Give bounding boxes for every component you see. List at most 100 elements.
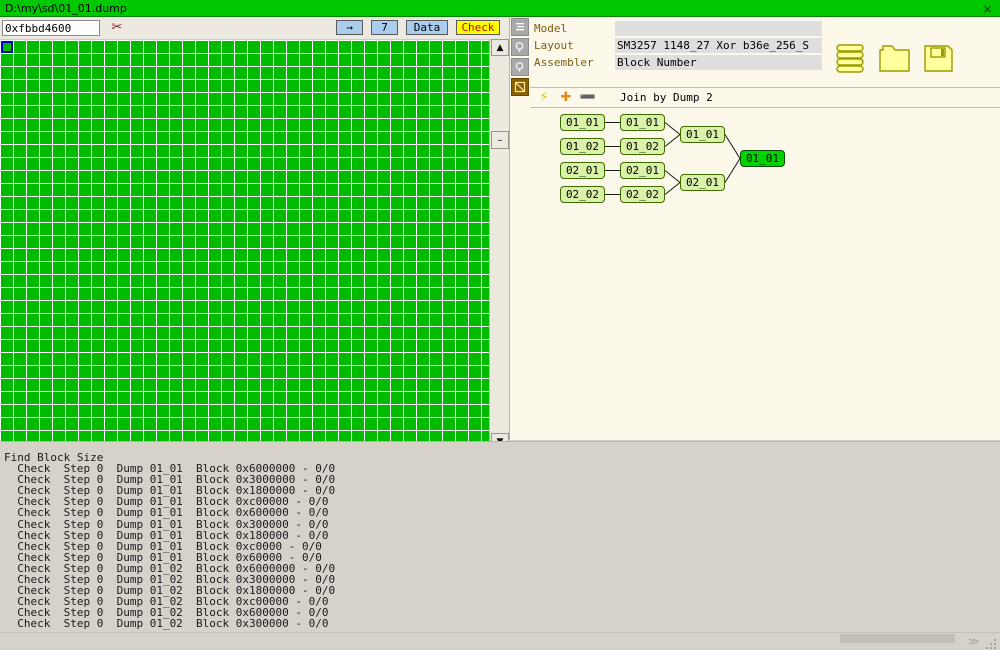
hex-block-cell[interactable] [339,54,351,66]
hex-block-cell[interactable] [391,80,403,92]
hex-block-cell[interactable] [27,236,39,248]
hex-block-cell[interactable] [209,158,221,170]
hex-block-cell[interactable] [339,132,351,144]
hex-block-cell[interactable] [352,132,364,144]
hex-block-cell[interactable] [209,301,221,313]
hex-block-cell[interactable] [300,327,312,339]
hex-block-cell[interactable] [27,119,39,131]
hex-block-cell[interactable] [27,301,39,313]
hex-block-cell[interactable] [1,223,13,235]
hex-block-cell[interactable] [40,197,52,209]
hex-block-cell[interactable] [14,353,26,365]
hex-block-cell[interactable] [456,145,468,157]
hex-block-cell[interactable] [131,275,143,287]
hex-block-cell[interactable] [157,132,169,144]
hex-block-cell[interactable] [209,184,221,196]
hex-block-cell[interactable] [118,67,130,79]
hex-block-cell[interactable] [261,301,273,313]
hex-block-cell[interactable] [378,353,390,365]
hex-block-cell[interactable] [443,119,455,131]
hex-block-cell[interactable] [469,93,481,105]
hex-block-cell[interactable] [443,158,455,170]
tree-node[interactable]: 01_02 [560,138,605,155]
hex-block-cell[interactable] [313,405,325,417]
hex-block-cell[interactable] [235,106,247,118]
hex-block-cell[interactable] [261,80,273,92]
hex-block-cell[interactable] [417,405,429,417]
hex-block-cell[interactable] [170,171,182,183]
hex-block-cell[interactable] [365,418,377,430]
hex-block-cell[interactable] [222,41,234,53]
hex-block-cell[interactable] [14,54,26,66]
hex-block-cell[interactable] [118,106,130,118]
hex-block-cell[interactable] [365,327,377,339]
hex-block-cell[interactable] [404,379,416,391]
hex-block-cell[interactable] [170,379,182,391]
hex-block-cell[interactable] [469,236,481,248]
hex-block-cell[interactable] [209,353,221,365]
hex-block-cell[interactable] [92,405,104,417]
hex-block-cell[interactable] [365,119,377,131]
hex-block-cell[interactable] [105,236,117,248]
hex-block-cell[interactable] [105,392,117,404]
hex-block-cell[interactable] [196,379,208,391]
hex-block-cell[interactable] [235,314,247,326]
hex-block-cell[interactable] [131,93,143,105]
hex-block-cell[interactable] [157,223,169,235]
hex-block-cell[interactable] [404,41,416,53]
hex-block-cell[interactable] [14,392,26,404]
hex-block-cell[interactable] [456,353,468,365]
hex-block-cell[interactable] [40,288,52,300]
hex-block-cell[interactable] [131,249,143,261]
hex-block-cell[interactable] [313,314,325,326]
tree-node[interactable]: 01_01 [620,114,665,131]
hex-block-cell[interactable] [66,132,78,144]
hex-block-cell[interactable] [417,314,429,326]
hex-block-cell[interactable] [144,93,156,105]
hex-block-cell[interactable] [118,197,130,209]
hex-block-cell[interactable] [417,158,429,170]
hex-block-cell[interactable] [53,67,65,79]
tree-node[interactable]: 02_02 [620,186,665,203]
hex-block-cell[interactable] [14,236,26,248]
hex-block-cell[interactable] [469,353,481,365]
hex-block-cell[interactable] [235,379,247,391]
hex-block-cell[interactable] [339,67,351,79]
hex-block-cell[interactable] [157,210,169,222]
hex-block-cell[interactable] [118,366,130,378]
hex-block-cell[interactable] [209,379,221,391]
hex-block-cell[interactable] [469,210,481,222]
hex-block-cell[interactable] [365,366,377,378]
hex-block-cell[interactable] [105,145,117,157]
hex-block-cell[interactable] [443,67,455,79]
hex-block-cell[interactable] [183,353,195,365]
hex-block-cell[interactable] [27,288,39,300]
hex-block-cell[interactable] [79,275,91,287]
hex-block-cell[interactable] [222,93,234,105]
hex-block-cell[interactable] [209,327,221,339]
hex-block-cell[interactable] [118,223,130,235]
hex-block-cell[interactable] [326,340,338,352]
hex-block-cell[interactable] [417,210,429,222]
hex-block-cell[interactable] [144,236,156,248]
hex-block-cell[interactable] [404,405,416,417]
hex-block-cell[interactable] [274,67,286,79]
hex-block-cell[interactable] [79,405,91,417]
hex-block-cell[interactable] [378,67,390,79]
hex-block-cell[interactable] [222,223,234,235]
hex-block-cell[interactable] [1,340,13,352]
hex-block-cell[interactable] [14,145,26,157]
hex-block-cell[interactable] [40,418,52,430]
hex-block-cell[interactable] [196,223,208,235]
hex-block-cell[interactable] [417,197,429,209]
go-button[interactable]: → [336,20,363,35]
hex-block-cell[interactable] [196,314,208,326]
hex-block-cell[interactable] [27,353,39,365]
hex-block-cell[interactable] [235,275,247,287]
hex-block-cell[interactable] [287,249,299,261]
hex-block-cell[interactable] [79,262,91,274]
hex-block-cell[interactable] [105,314,117,326]
hex-block-cell[interactable] [248,184,260,196]
hex-block-cell[interactable] [79,184,91,196]
hex-block-cell[interactable] [27,340,39,352]
